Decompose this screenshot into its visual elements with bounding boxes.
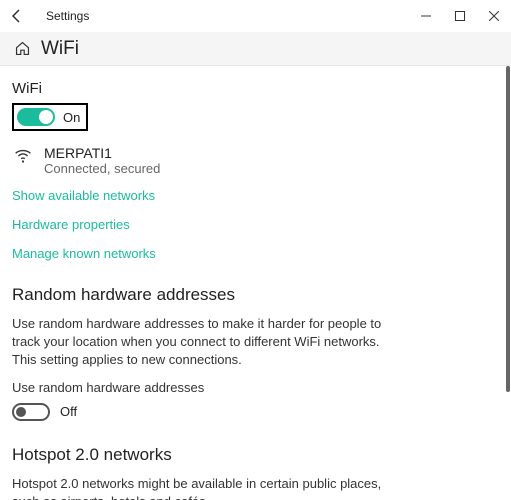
random-hw-toggle-state: Off <box>60 404 77 419</box>
scrollbar[interactable] <box>504 66 510 500</box>
random-hw-toggle[interactable] <box>12 403 50 421</box>
hotspot-description: Hotspot 2.0 networks might be available … <box>12 475 382 500</box>
scroll-thumb[interactable] <box>506 66 510 392</box>
network-status: Connected, secured <box>44 161 160 176</box>
wifi-toggle[interactable] <box>17 108 55 126</box>
page-header: WiFi <box>0 32 511 66</box>
maximize-icon <box>455 11 465 21</box>
wifi-heading: WiFi <box>12 80 499 97</box>
show-available-networks-link[interactable]: Show available networks <box>12 188 499 203</box>
maximize-button[interactable] <box>443 2 477 30</box>
manage-known-networks-link[interactable]: Manage known networks <box>12 246 499 261</box>
hotspot-heading: Hotspot 2.0 networks <box>12 445 499 465</box>
network-name: MERPATI1 <box>44 145 160 161</box>
page-title: WiFi <box>41 38 79 60</box>
minimize-button[interactable] <box>409 2 443 30</box>
close-icon <box>489 11 499 21</box>
close-button[interactable] <box>477 2 511 30</box>
titlebar: Settings <box>0 0 511 32</box>
window-title: Settings <box>46 9 89 23</box>
current-network[interactable]: MERPATI1 Connected, secured <box>12 145 499 176</box>
home-icon[interactable] <box>14 40 31 57</box>
wifi-toggle-highlight: On <box>12 103 88 131</box>
hardware-properties-link[interactable]: Hardware properties <box>12 217 499 232</box>
wifi-signal-icon <box>12 145 34 167</box>
wifi-toggle-state: On <box>63 110 80 125</box>
random-hw-toggle-row: Off <box>12 403 499 421</box>
back-button[interactable] <box>0 0 34 32</box>
content-area: WiFi On MERPATI1 Connected, secured Show… <box>0 66 511 500</box>
minimize-icon <box>421 11 431 21</box>
random-hw-heading: Random hardware addresses <box>12 285 499 305</box>
arrow-left-icon <box>9 8 25 24</box>
random-hw-toggle-label: Use random hardware addresses <box>12 380 499 395</box>
random-hw-description: Use random hardware addresses to make it… <box>12 315 382 370</box>
